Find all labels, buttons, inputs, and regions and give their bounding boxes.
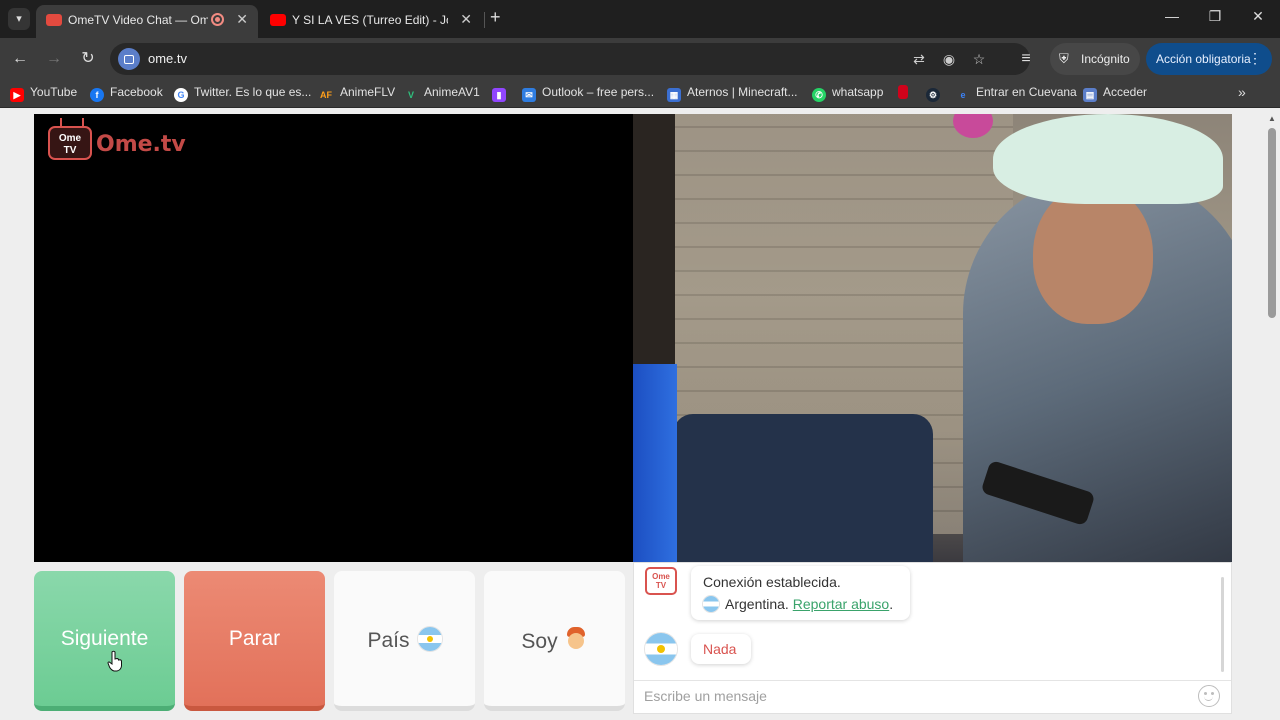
logo-text: Ome.tv	[96, 132, 186, 157]
system-avatar-icon: Ome TV	[645, 567, 677, 595]
country-button[interactable]: País	[334, 571, 475, 711]
bookmark-youtube[interactable]: ▶ YouTube	[10, 85, 77, 103]
acceder-icon: ▤	[1083, 88, 1097, 102]
reload-icon[interactable]: ↻	[76, 47, 100, 71]
country-line: Argentina. Reportar abuso.	[703, 596, 893, 612]
animeflv-icon: AF	[320, 90, 332, 100]
bookmark-steam[interactable]: ⚙	[926, 85, 946, 103]
incognito-icon: ⛨	[1059, 51, 1069, 66]
eye-off-icon[interactable]: ◉	[940, 50, 958, 68]
country-button-label: País	[334, 627, 475, 653]
red-bookmark-icon	[898, 85, 908, 99]
restore-icon[interactable]: ❐	[1205, 8, 1225, 25]
remote-video	[633, 114, 1232, 562]
local-video	[34, 114, 634, 562]
youtube-favicon-icon	[270, 14, 286, 26]
close-tab-icon[interactable]: ✕	[236, 11, 248, 28]
bookmark-animeflv[interactable]: AF AnimeFLV	[318, 85, 395, 103]
incognito-label: Incógnito	[1081, 52, 1130, 66]
bookmark-outlook[interactable]: ✉ Outlook – free pers...	[522, 85, 654, 103]
twitch-icon: ▮	[492, 88, 506, 102]
bookmark-star-icon[interactable]: ☆	[970, 50, 988, 68]
steam-icon: ⚙	[926, 88, 940, 102]
recording-indicator-icon	[211, 13, 224, 26]
bookmark-twitch[interactable]: ▮	[492, 85, 512, 103]
whatsapp-icon: ✆	[812, 88, 826, 102]
minimize-icon[interactable]: —	[1162, 8, 1182, 24]
browser-toolbar: ← → ↻ ome.tv ⇄ ◉ ☆ ≡ ⛨ Incógnito Acción …	[0, 38, 1280, 80]
bookmark-acceder[interactable]: ▤ Acceder	[1083, 85, 1147, 103]
tab-title: Y SI LA VES (Turreo Edit) - Jona	[292, 13, 448, 27]
animeav1-icon: V	[407, 90, 414, 100]
boy-icon	[564, 627, 588, 653]
new-tab-button[interactable]: +	[490, 7, 508, 28]
address-bar[interactable]: ome.tv ⇄ ◉ ☆	[110, 43, 1030, 75]
site-info-icon[interactable]	[118, 48, 140, 70]
hand-cursor-icon	[107, 650, 122, 672]
bookmark-red[interactable]	[898, 85, 914, 103]
chat-divider	[634, 680, 1231, 681]
peer-message-text: Nada	[703, 641, 737, 657]
close-window-icon[interactable]: ✕	[1248, 8, 1268, 25]
back-icon[interactable]: ←	[8, 47, 32, 71]
video-scene-bed	[673, 414, 933, 562]
video-scene-blue-object	[633, 364, 677, 562]
google-icon: G	[174, 88, 188, 102]
tab-title: OmeTV Video Chat — Ome	[68, 13, 208, 27]
bookmark-cuevana[interactable]: e Entrar en Cuevana	[956, 85, 1076, 103]
stop-button[interactable]: Parar	[184, 571, 325, 711]
argentina-flag-icon	[417, 627, 442, 651]
outlook-icon: ✉	[522, 88, 536, 102]
system-message: Conexión establecida. Argentina. Reporta…	[691, 566, 910, 620]
ometv-favicon-icon	[46, 14, 62, 26]
gender-button[interactable]: Soy	[484, 571, 625, 711]
bookmarks-bar: ▶ YouTube f Facebook G Twitter. Es lo que e…	[0, 80, 1280, 108]
connection-status: Conexión establecida.	[703, 574, 841, 590]
bookmark-aternos[interactable]: ▦ Aternos | Minecraft...	[667, 85, 798, 103]
chat-scrollbar[interactable]	[1221, 577, 1224, 672]
bookmark-facebook[interactable]: f Facebook	[90, 85, 163, 103]
country-name: Argentina.	[725, 596, 789, 612]
chat-message-input[interactable]	[644, 684, 1184, 708]
action-label: Acción obligatoria	[1156, 52, 1251, 66]
translate-icon[interactable]: ⇄	[910, 50, 928, 68]
video-scene-cap	[993, 114, 1223, 204]
scroll-up-icon[interactable]: ▲	[1268, 114, 1276, 123]
incognito-indicator[interactable]: ⛨ Incógnito	[1050, 43, 1140, 75]
bookmark-twitter[interactable]: G Twitter. Es lo que es...	[174, 85, 311, 103]
more-bookmarks-icon[interactable]: »	[1238, 84, 1246, 100]
bookmark-whatsapp[interactable]: ✆ whatsapp	[812, 85, 883, 103]
youtube-icon: ▶	[10, 88, 24, 102]
facebook-icon: f	[90, 88, 104, 102]
page-scrollbar-thumb[interactable]	[1268, 128, 1276, 318]
video-scene-shadow	[633, 114, 675, 374]
forward-icon[interactable]: →	[42, 47, 66, 71]
report-abuse-link[interactable]: Reportar abuso	[793, 596, 890, 612]
more-menu-icon: ⋮	[1248, 50, 1262, 66]
video-scene-head	[1033, 184, 1153, 324]
tab-search-button[interactable]: ▾	[8, 8, 30, 30]
cuevana-icon: e	[960, 90, 966, 100]
gender-button-label: Soy	[484, 627, 625, 654]
bookmark-animeav1[interactable]: V AnimeAV1	[404, 85, 480, 103]
tab-youtube[interactable]: Y SI LA VES (Turreo Edit) - Jona ✕	[260, 5, 482, 38]
ometv-logo: Ome TV Ome.tv	[48, 122, 186, 162]
argentina-flag-icon	[703, 596, 719, 612]
peer-avatar-icon	[645, 633, 677, 665]
close-tab-icon[interactable]: ✕	[460, 11, 472, 28]
media-controls-icon[interactable]: ≡	[1014, 47, 1038, 71]
action-required-button[interactable]: Acción obligatoria ⋮	[1146, 43, 1272, 75]
tab-strip: ▾ OmeTV Video Chat — Ome ✕ Y SI LA VES (…	[0, 0, 1280, 38]
url-text[interactable]: ome.tv	[148, 51, 187, 66]
next-button-label: Siguiente	[60, 627, 149, 650]
aternos-icon: ▦	[667, 88, 681, 102]
ometv-logo-icon: Ome TV	[48, 126, 92, 160]
tab-separator	[484, 12, 485, 28]
stop-button-label: Parar	[228, 627, 281, 650]
tab-ometv[interactable]: OmeTV Video Chat — Ome ✕	[36, 5, 258, 38]
next-button[interactable]: Siguiente	[34, 571, 175, 711]
emoji-smile-icon[interactable]	[1198, 685, 1220, 707]
peer-message: Nada	[691, 634, 751, 664]
